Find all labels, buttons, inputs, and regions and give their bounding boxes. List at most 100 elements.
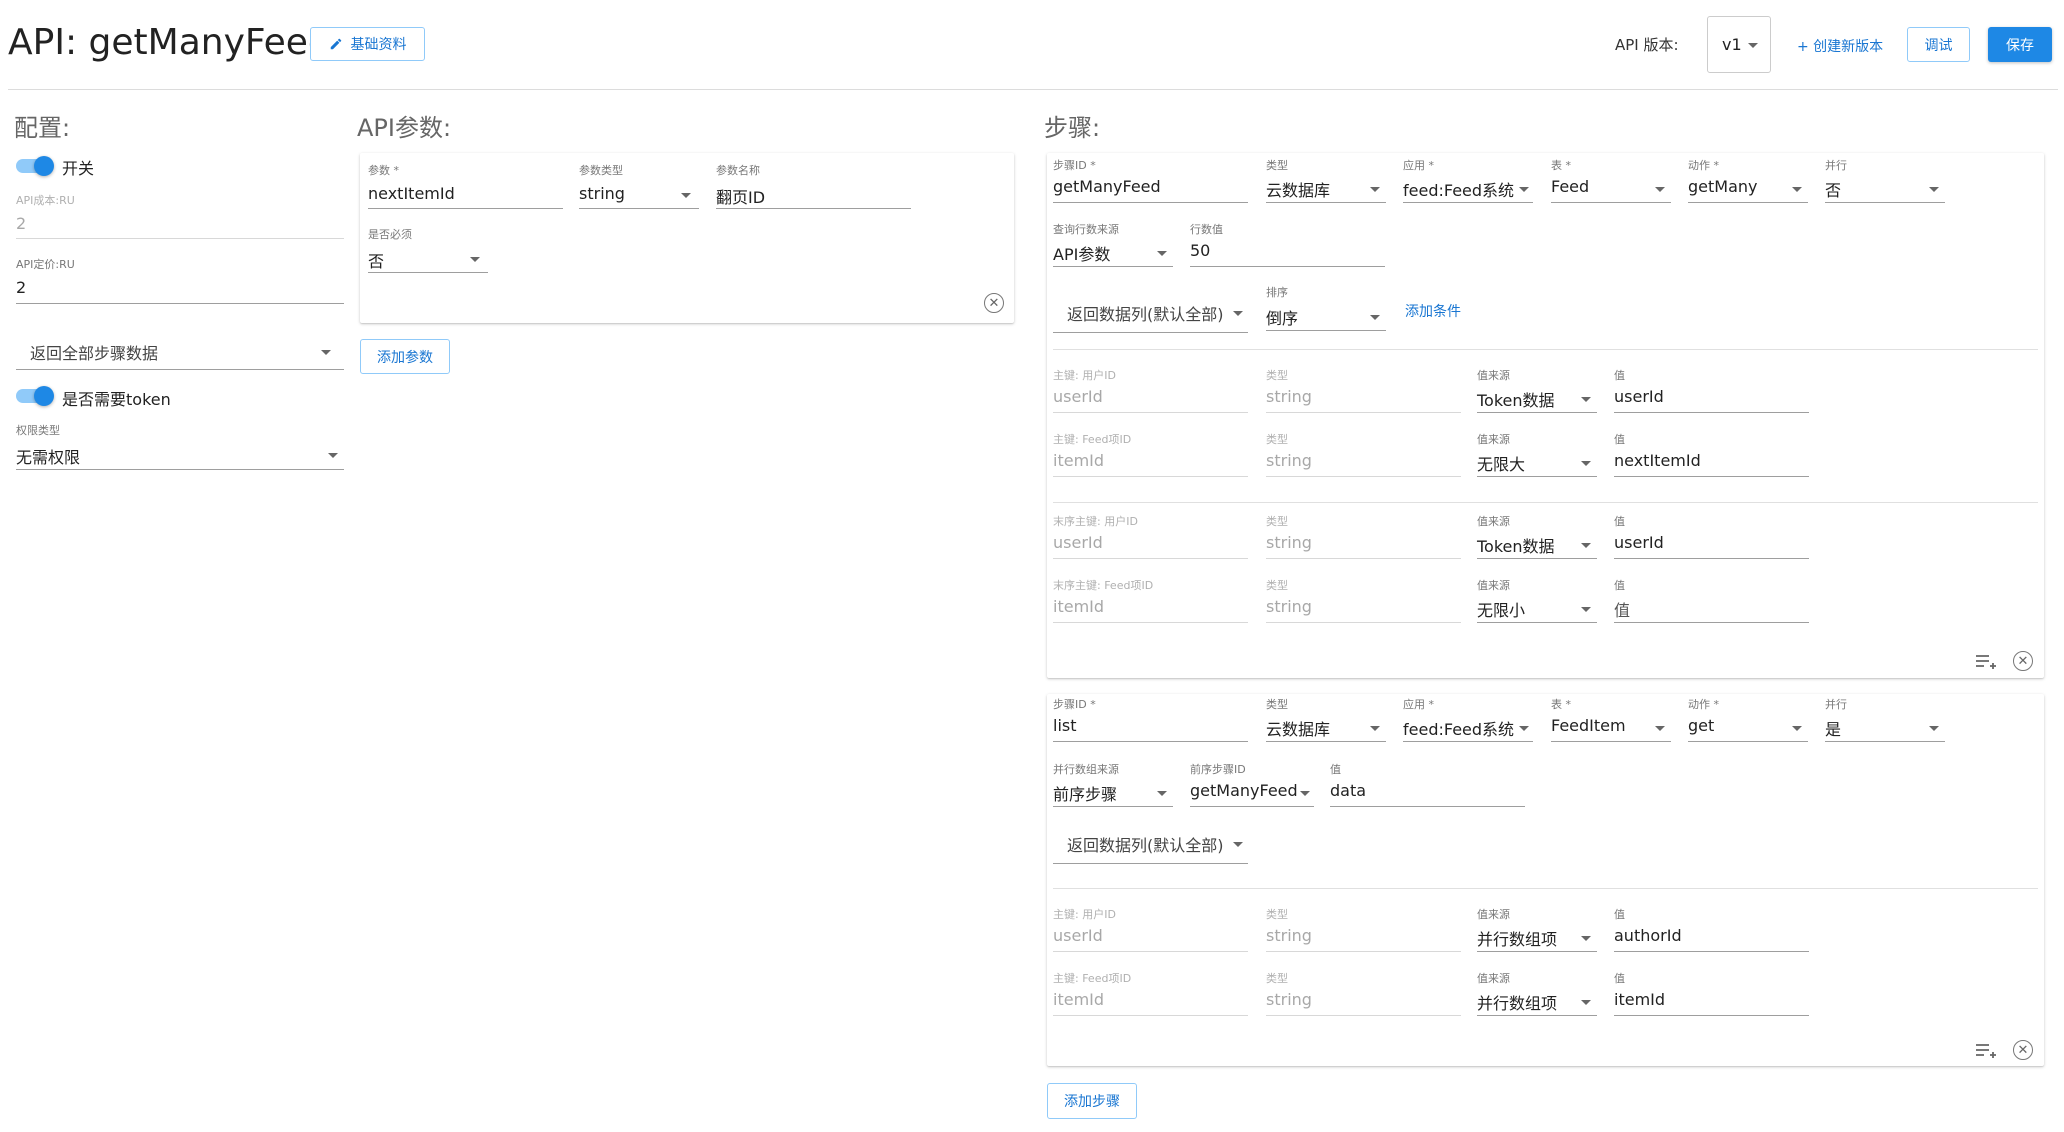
remove-step-icon[interactable]: ✕ [2013, 1040, 2033, 1060]
param-required-label: 是否必须 [368, 228, 412, 241]
remove-step-icon[interactable]: ✕ [2013, 651, 2033, 671]
save-label: 保存 [2006, 37, 2034, 54]
step-id-input[interactable]: getManyFeed [1053, 177, 1161, 196]
key-src-label: 值来源 [1477, 369, 1510, 382]
step-parallel-select[interactable]: 是 [1825, 712, 1945, 742]
key-val-input[interactable]: nextItemId [1614, 451, 1701, 470]
param-title-input[interactable]: 翻页ID [716, 184, 765, 208]
pencil-icon [330, 38, 341, 50]
step-id-input[interactable]: list [1053, 716, 1077, 735]
key-src-select[interactable]: Token数据 [1477, 383, 1597, 413]
chevron-down-icon [1370, 726, 1380, 731]
step-action-label: 动作 * [1688, 159, 1719, 172]
step-table-select[interactable]: Feed [1551, 173, 1671, 203]
rows-input[interactable]: 50 [1190, 241, 1210, 260]
add-step-label: 添加步骤 [1064, 1094, 1120, 1110]
chevron-down-icon [1929, 187, 1939, 192]
param-required-select[interactable]: 否 [368, 243, 488, 273]
return-cols-select[interactable]: 返回数据列(默认全部) [1053, 824, 1248, 864]
query-src-label: 查询行数来源 [1053, 223, 1119, 236]
key-val-input[interactable]: userId [1614, 533, 1664, 552]
key-src-value: 并行数组项 [1477, 930, 1558, 949]
key-src-value: Token数据 [1477, 391, 1555, 410]
add-condition-link[interactable]: 添加条件 [1405, 301, 1461, 321]
chevron-down-icon [1370, 187, 1380, 192]
key-val-input[interactable]: userId [1614, 387, 1664, 406]
parallel-src-select[interactable]: 前序步骤 [1053, 777, 1173, 807]
params-title: API参数: [357, 114, 452, 142]
step-app-value: feed:Feed系统 [1403, 720, 1515, 739]
param-type-select[interactable]: string [579, 179, 699, 209]
key-val-input[interactable]: 值 [1614, 597, 1630, 621]
key-src-select[interactable]: 并行数组项 [1477, 922, 1597, 952]
return-cols-select[interactable]: 返回数据列(默认全部) [1053, 293, 1248, 333]
step-action-value: get [1688, 716, 1715, 735]
query-src-select[interactable]: API参数 [1053, 237, 1173, 267]
chevron-down-icon [1581, 397, 1591, 402]
cost-input: 2 [16, 214, 27, 233]
chevron-down-icon [1581, 1000, 1591, 1005]
sort-select[interactable]: 倒序 [1266, 301, 1386, 331]
step-app-select[interactable]: feed:Feed系统 [1403, 173, 1533, 203]
step-type-select[interactable]: 云数据库 [1266, 712, 1386, 742]
step-card-list: 步骤ID * list 类型 云数据库 应用 * feed:Feed系统 表 *… [1047, 694, 2044, 1066]
key-src-select[interactable]: 无限大 [1477, 447, 1597, 477]
debug-button[interactable]: 调试 [1907, 27, 1970, 62]
step-action-select[interactable]: getMany [1688, 173, 1808, 203]
key-src-select[interactable]: Token数据 [1477, 529, 1597, 559]
chevron-down-icon [1300, 791, 1310, 796]
step-table-select[interactable]: FeedItem [1551, 712, 1671, 742]
return-data-select[interactable]: 返回全部步骤数据 [16, 330, 344, 370]
key-src-select[interactable]: 无限小 [1477, 593, 1597, 623]
steps-title: 步骤: [1044, 114, 1101, 142]
key-type: string [1266, 387, 1312, 406]
key-src-label: 值来源 [1477, 908, 1510, 921]
chevron-down-icon [1157, 791, 1167, 796]
param-type-value: string [579, 184, 625, 203]
key-type-label: 类型 [1266, 908, 1288, 921]
key-field: userId [1053, 533, 1103, 552]
key-src-value: Token数据 [1477, 537, 1555, 556]
step-app-select[interactable]: feed:Feed系统 [1403, 712, 1533, 742]
step-type-select[interactable]: 云数据库 [1266, 173, 1386, 203]
save-button[interactable]: 保存 [1988, 27, 2052, 62]
parallel-val-input[interactable]: data [1330, 781, 1366, 800]
step-action-value: getMany [1688, 177, 1758, 196]
perm-select[interactable]: 无需权限 [16, 440, 344, 470]
key-val-input[interactable]: itemId [1614, 990, 1665, 1009]
step-action-select[interactable]: get [1688, 712, 1808, 742]
chevron-down-icon [1792, 726, 1802, 731]
version-select[interactable]: v1 [1707, 16, 1771, 73]
remove-param-icon[interactable]: ✕ [984, 293, 1004, 313]
create-version-link[interactable]: + 创建新版本 [1797, 36, 1883, 56]
key-row: 主键: Feed项ID itemId 类型 string 值来源 并行数组项 值… [1047, 970, 2044, 1030]
prev-step-select[interactable]: getManyFeed [1190, 777, 1314, 807]
param-required-value: 否 [368, 252, 385, 271]
param-name-input[interactable]: nextItemId [368, 184, 455, 203]
query-src-value: API参数 [1053, 245, 1111, 264]
price-input[interactable]: 2 [16, 278, 26, 297]
basic-info-button[interactable]: 基础资料 [310, 27, 425, 61]
key-field: userId [1053, 926, 1103, 945]
token-switch[interactable] [16, 384, 56, 408]
key-type: string [1266, 451, 1312, 470]
key-type-label: 类型 [1266, 433, 1288, 446]
param-type-label: 参数类型 [579, 164, 623, 177]
chevron-down-icon [1581, 461, 1591, 466]
chevron-down-icon [1519, 726, 1529, 731]
add-step-button[interactable]: 添加步骤 [1047, 1083, 1137, 1119]
enable-switch[interactable] [16, 154, 56, 178]
add-param-button[interactable]: 添加参数 [360, 339, 450, 374]
version-value: v1 [1722, 35, 1742, 54]
add-row-icon[interactable] [1975, 1042, 1997, 1060]
add-row-icon[interactable] [1975, 653, 1997, 671]
chevron-down-icon [1792, 187, 1802, 192]
key-val-input[interactable]: authorId [1614, 926, 1682, 945]
step-parallel-select[interactable]: 否 [1825, 173, 1945, 203]
key-src-select[interactable]: 并行数组项 [1477, 986, 1597, 1016]
key-label: 末序主键: 用户ID [1053, 515, 1138, 528]
chevron-down-icon [1233, 842, 1243, 847]
step-table-label: 表 * [1551, 698, 1571, 711]
key-src-label: 值来源 [1477, 433, 1510, 446]
step-type-label: 类型 [1266, 698, 1288, 711]
